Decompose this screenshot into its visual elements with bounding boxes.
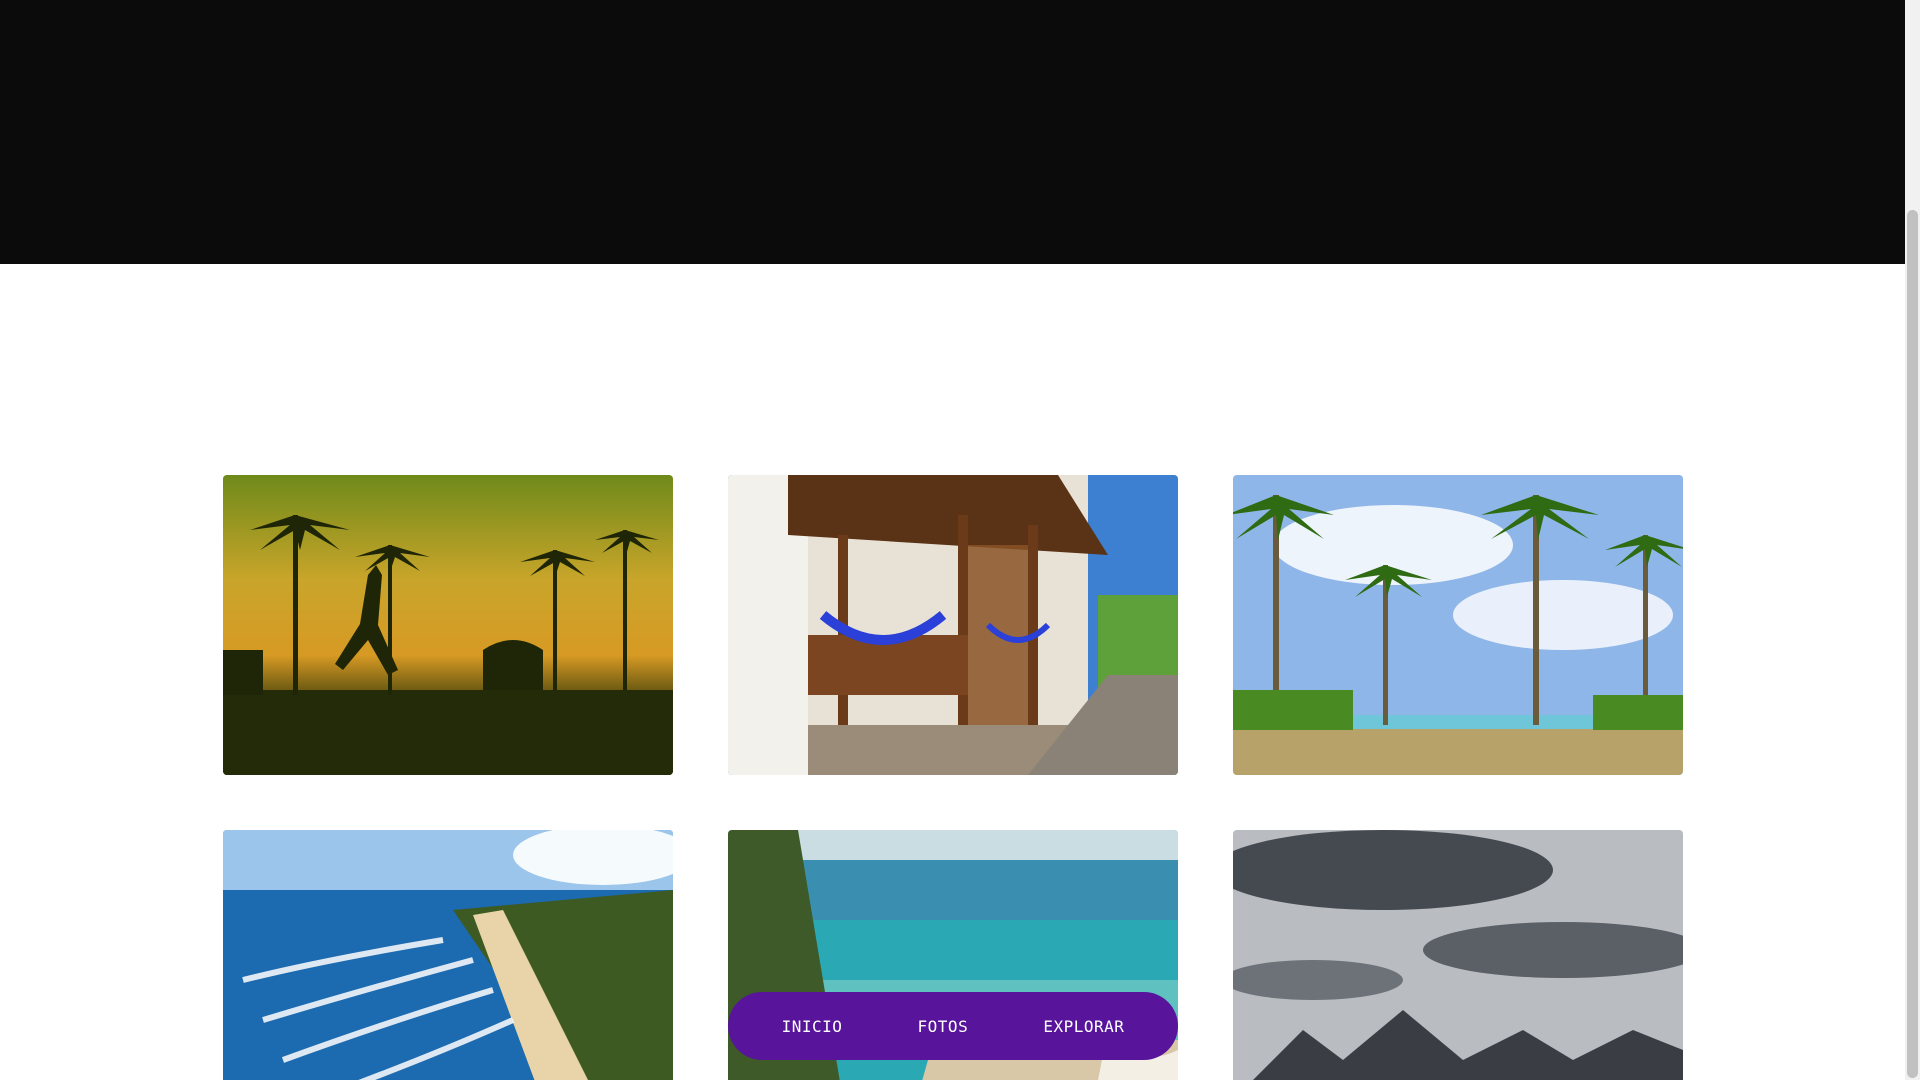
nav-item-inicio[interactable]: INICIO — [770, 1011, 855, 1042]
photo-card-surf-beach[interactable] — [223, 830, 673, 1080]
palm-grove-image — [1233, 475, 1683, 775]
surf-beach-image — [223, 830, 673, 1080]
photo-card-sunset-palms[interactable] — [223, 475, 673, 775]
photo-card-stormy-lake[interactable] — [1233, 830, 1683, 1080]
nav-item-fotos[interactable]: FOTOS — [906, 1011, 981, 1042]
floating-nav-bar: INICIO FOTOS EXPLORAR — [728, 992, 1178, 1060]
stormy-lake-image — [1233, 830, 1683, 1080]
scrollbar-thumb[interactable] — [1907, 210, 1918, 1078]
hero-banner — [0, 0, 1905, 264]
photo-card-balcony[interactable] — [728, 475, 1178, 775]
sunset-palms-image — [223, 475, 673, 775]
balcony-image — [728, 475, 1178, 775]
vertical-scrollbar[interactable] — [1905, 0, 1920, 1080]
photo-card-palm-grove[interactable] — [1233, 475, 1683, 775]
page: INICIO FOTOS EXPLORAR — [0, 0, 1920, 1080]
nav-item-explorar[interactable]: EXPLORAR — [1031, 1011, 1136, 1042]
